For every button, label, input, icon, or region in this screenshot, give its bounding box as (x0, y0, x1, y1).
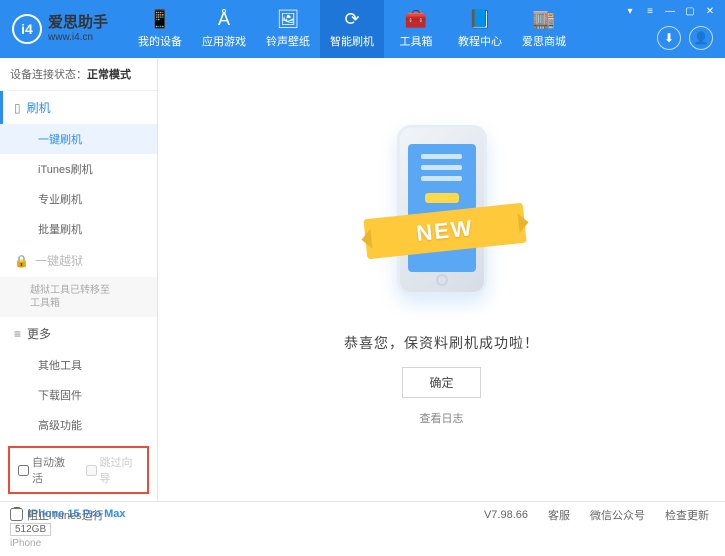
settings-icon[interactable]: ▾ (621, 4, 639, 18)
window-controls: ▾ ≡ — ▢ ✕ (621, 4, 719, 18)
minimize-icon[interactable]: — (661, 4, 679, 18)
ok-button[interactable]: 确定 (402, 367, 480, 398)
checkbox-auto-activate-input[interactable] (18, 465, 29, 476)
logo-icon: i4 (12, 14, 42, 44)
sidebar-item-advanced[interactable]: 高级功能 (0, 410, 157, 440)
app-name: 爱思助手 (48, 15, 108, 32)
checkbox-block-itunes-input[interactable] (10, 508, 23, 521)
sidebar-item-batch-flash[interactable]: 批量刷机 (0, 214, 157, 244)
user-icon[interactable]: 👤 (689, 26, 713, 50)
nav-apps-games[interactable]: Å应用游戏 (192, 0, 256, 58)
flash-icon: ⟳ (344, 9, 359, 30)
lock-icon: 🔒 (14, 254, 29, 268)
sidebar-item-other-tools[interactable]: 其他工具 (0, 350, 157, 380)
device-icon: 📱 (149, 9, 171, 30)
toolbox-icon: 🧰 (405, 9, 427, 30)
checkbox-block-itunes[interactable]: 阻止iTunes运行 (10, 507, 104, 523)
checkbox-skip-guide-input (86, 465, 97, 476)
media-icon: 🖼 (277, 9, 300, 30)
download-icon[interactable]: ⬇ (657, 26, 681, 50)
sidebar-item-itunes-flash[interactable]: iTunes刷机 (0, 154, 157, 184)
sidebar-section-more[interactable]: ≡ 更多 (0, 317, 157, 350)
nav-smart-flash[interactable]: ⟳智能刷机 (320, 0, 384, 58)
view-log-link[interactable]: 查看日志 (420, 410, 464, 426)
nav-store[interactable]: 🏬爱思商城 (512, 0, 576, 58)
footer-link-update[interactable]: 检查更新 (659, 507, 715, 523)
phone-icon: ▯ (14, 101, 21, 115)
nav-tutorials[interactable]: 📘教程中心 (448, 0, 512, 58)
list-icon: ≡ (14, 327, 21, 341)
new-ribbon: NEW (363, 203, 526, 260)
sidebar-item-pro-flash[interactable]: 专业刷机 (0, 184, 157, 214)
checkbox-auto-activate[interactable]: 自动激活 (18, 454, 72, 486)
store-icon: 🏬 (533, 9, 555, 30)
apps-icon: Å (218, 9, 230, 30)
checkbox-skip-guide[interactable]: 跳过向导 (86, 454, 140, 486)
app-header: i4 爱思助手 www.i4.cn 📱我的设备 Å应用游戏 🖼铃声壁纸 ⟳智能刷… (0, 0, 725, 58)
nav-my-device[interactable]: 📱我的设备 (128, 0, 192, 58)
sidebar-jailbreak-note: 越狱工具已转移至 工具箱 (0, 277, 157, 317)
logo-text: 爱思助手 www.i4.cn (48, 15, 108, 43)
app-url: www.i4.cn (48, 32, 108, 43)
options-highlight-box: 自动激活 跳过向导 (8, 446, 149, 494)
footer-link-support[interactable]: 客服 (542, 507, 576, 523)
menu-icon[interactable]: ≡ (641, 4, 659, 18)
sidebar-section-jailbreak: 🔒 一键越狱 (0, 244, 157, 277)
device-storage: 512GB (10, 523, 51, 536)
home-button-icon (436, 274, 448, 286)
nav-ringtones-wallpapers[interactable]: 🖼铃声壁纸 (256, 0, 320, 58)
close-icon[interactable]: ✕ (701, 4, 719, 18)
sidebar: 设备连接状态：正常模式 ▯ 刷机 一键刷机 iTunes刷机 专业刷机 批量刷机… (0, 58, 158, 501)
sidebar-item-download-firmware[interactable]: 下载固件 (0, 380, 157, 410)
header-right: ⬇ 👤 (657, 26, 713, 50)
status-value: 正常模式 (87, 69, 131, 81)
version-label: V7.98.66 (478, 509, 534, 521)
sidebar-section-flash[interactable]: ▯ 刷机 (0, 91, 157, 124)
device-model: iPhone (10, 538, 147, 549)
logo: i4 爱思助手 www.i4.cn (12, 14, 108, 44)
status-label: 设备连接状态： (10, 69, 87, 81)
phone-illustration: NEW (377, 115, 507, 315)
footer-link-wechat[interactable]: 微信公众号 (584, 507, 651, 523)
book-icon: 📘 (469, 9, 491, 30)
success-message: 恭喜您，保资料刷机成功啦！ (344, 333, 539, 353)
nav-toolbox[interactable]: 🧰工具箱 (384, 0, 448, 58)
main-nav: 📱我的设备 Å应用游戏 🖼铃声壁纸 ⟳智能刷机 🧰工具箱 📘教程中心 🏬爱思商城 (128, 0, 576, 58)
maximize-icon[interactable]: ▢ (681, 4, 699, 18)
main-content: NEW 恭喜您，保资料刷机成功啦！ 确定 查看日志 (158, 58, 725, 501)
device-status: 设备连接状态：正常模式 (0, 58, 157, 91)
sidebar-item-oneclick-flash[interactable]: 一键刷机 (0, 124, 157, 154)
